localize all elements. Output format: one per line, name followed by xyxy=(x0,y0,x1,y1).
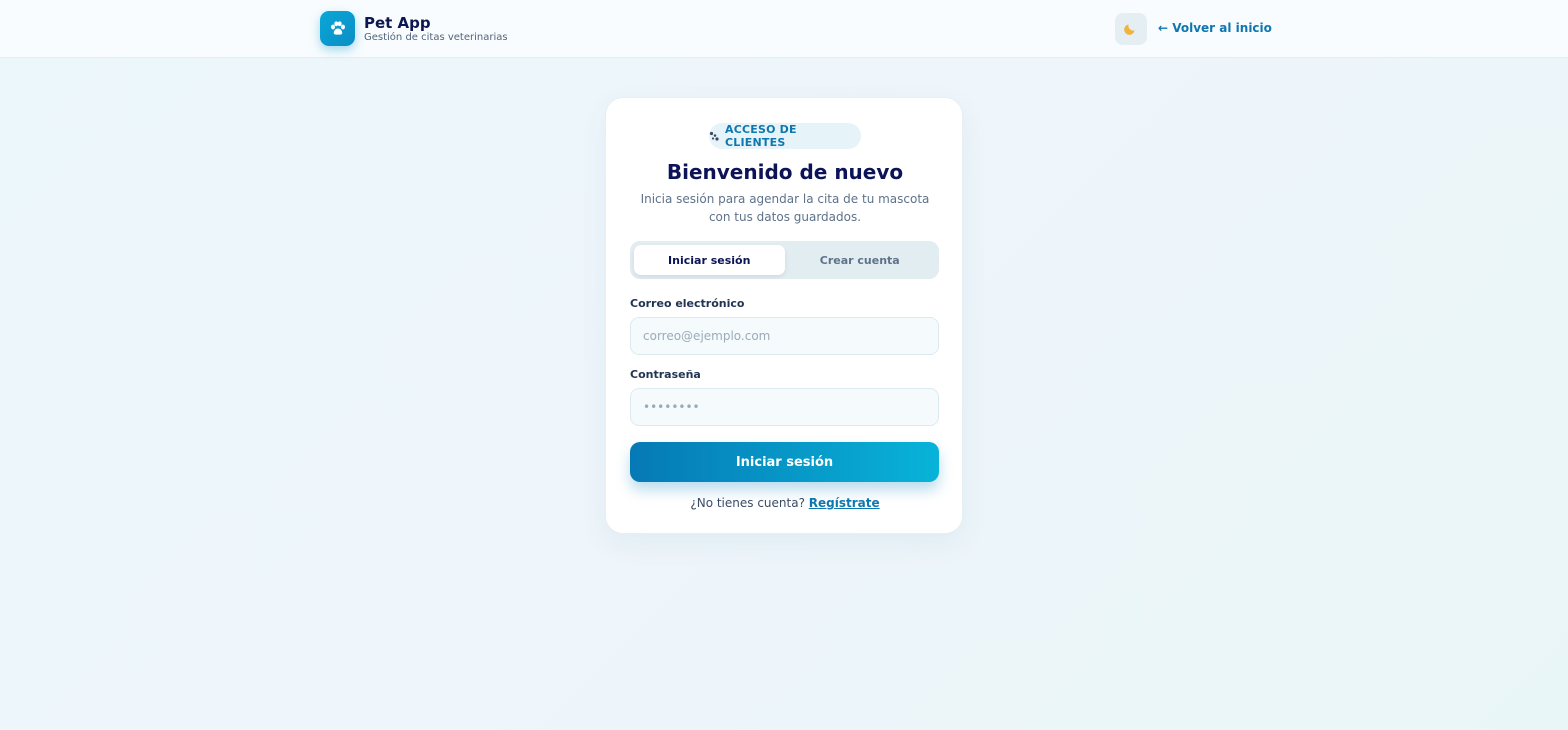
auth-tabs: Iniciar sesión Crear cuenta xyxy=(630,241,939,279)
login-submit-button[interactable]: Iniciar sesión xyxy=(630,442,939,482)
brand-subtitle: Gestión de citas veterinarias xyxy=(364,31,508,43)
paw-icon xyxy=(709,131,719,141)
brand-title: Pet App xyxy=(364,13,431,32)
email-field[interactable] xyxy=(630,317,939,355)
moon-icon xyxy=(1124,21,1138,38)
register-prompt-text: ¿No tienes cuenta? xyxy=(690,496,805,510)
tab-login[interactable]: Iniciar sesión xyxy=(634,245,785,275)
paw-icon xyxy=(320,11,355,46)
email-label: Correo electrónico xyxy=(630,297,745,310)
tab-register[interactable]: Crear cuenta xyxy=(785,245,936,275)
register-link[interactable]: Regístrate xyxy=(809,496,880,510)
theme-toggle-button[interactable] xyxy=(1115,13,1147,45)
register-prompt: ¿No tienes cuenta? Regístrate xyxy=(606,496,964,510)
page-title: Bienvenido de nuevo xyxy=(666,160,904,184)
page-subtitle: Inicia sesión para agendar la cita de tu… xyxy=(640,192,930,224)
top-header: Pet App Gestión de citas veterinarias ← … xyxy=(0,0,1568,58)
brand[interactable]: Pet App Gestión de citas veterinarias xyxy=(320,11,508,46)
password-field[interactable] xyxy=(630,388,939,426)
back-to-home-link[interactable]: ← Volver al inicio xyxy=(1158,21,1272,35)
password-label: Contraseña xyxy=(630,368,701,381)
badge-label: ACCESO DE CLIENTES xyxy=(725,123,797,149)
client-access-badge: ACCESO DE CLIENTES xyxy=(709,123,861,149)
login-card: ACCESO DE CLIENTES Bienvenido de nuevo I… xyxy=(605,97,963,534)
